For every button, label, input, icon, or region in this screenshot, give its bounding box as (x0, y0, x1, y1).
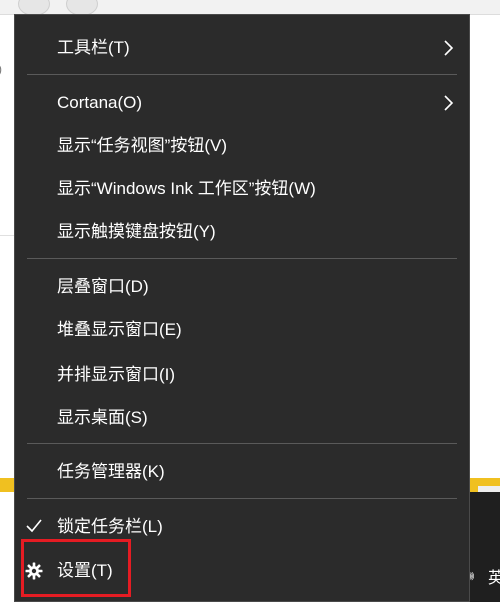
menu-item-label: 工具栏(T) (57, 38, 130, 57)
menu-item-label: 显示触摸键盘按钮(Y) (57, 222, 216, 241)
menu-item-stack-windows[interactable]: 堆叠显示窗口(E) (15, 311, 469, 349)
menu-separator (27, 498, 457, 499)
taskbar-context-menu: 工具栏(T) Cortana(O) 显示“任务视图”按钮(V) 显示“Windo… (14, 14, 470, 602)
menu-item-cortana[interactable]: Cortana(O) (15, 84, 469, 122)
menu-item-windows-ink-button[interactable]: 显示“Windows Ink 工作区”按钮(W) (15, 170, 469, 208)
menu-separator (27, 74, 457, 75)
menu-item-label: 显示“Windows Ink 工作区”按钮(W) (57, 179, 316, 198)
menu-separator (27, 258, 457, 259)
menu-item-task-view-button[interactable]: 显示“任务视图”按钮(V) (15, 127, 469, 165)
menu-item-label: 并排显示窗口(I) (57, 365, 176, 384)
menu-item-label: 任务管理器(K) (57, 462, 165, 481)
menu-item-side-by-side-windows[interactable]: 并排显示窗口(I) (15, 356, 469, 394)
chevron-right-icon (444, 40, 454, 56)
background-chevron-icon: ) (0, 62, 2, 76)
menu-item-label: 显示“任务视图”按钮(V) (57, 136, 227, 155)
menu-item-label: 堆叠显示窗口(E) (57, 320, 182, 339)
checkmark-icon (26, 519, 42, 533)
ime-indicator[interactable]: 英 (488, 564, 500, 588)
menu-item-label: 层叠窗口(D) (57, 277, 149, 296)
menu-item-touch-keyboard-button[interactable]: 显示触摸键盘按钮(Y) (15, 213, 469, 251)
chevron-right-icon (444, 95, 454, 111)
menu-item-task-manager[interactable]: 任务管理器(K) (15, 453, 469, 491)
menu-item-toolbars[interactable]: 工具栏(T) (15, 29, 469, 67)
settings-highlight-box (21, 539, 131, 597)
menu-item-label: 显示桌面(S) (57, 408, 148, 427)
menu-item-label: Cortana(O) (57, 93, 143, 112)
menu-item-cascade-windows[interactable]: 层叠窗口(D) (15, 268, 469, 306)
menu-item-show-desktop[interactable]: 显示桌面(S) (15, 399, 469, 437)
menu-separator (27, 443, 457, 444)
